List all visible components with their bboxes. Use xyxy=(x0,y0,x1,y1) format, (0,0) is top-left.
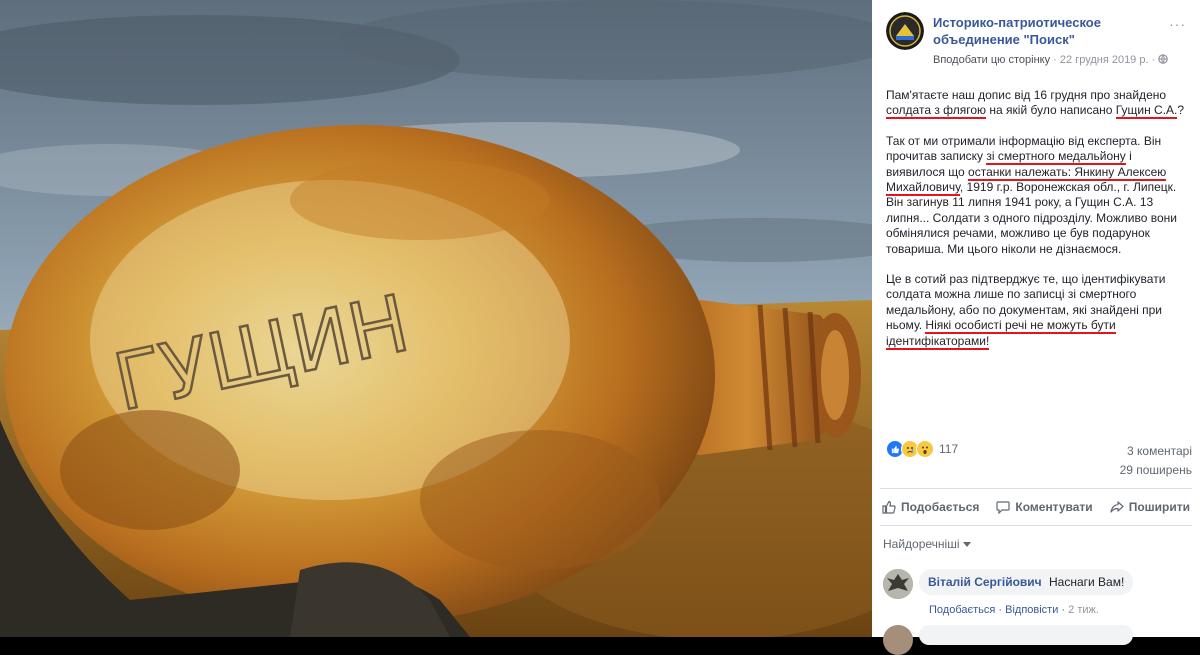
comment-label: Коментувати xyxy=(1015,500,1093,514)
like-page-link[interactable]: Вподобати цю сторінку xyxy=(933,54,1050,66)
post-paragraph: Пам'ятаєте наш допис від 16 грудня про з… xyxy=(886,88,1192,120)
post-paragraph: Це в сотий раз підтверджує те, що іденти… xyxy=(886,272,1192,350)
comment-text: Наснаги Вам! xyxy=(1049,575,1125,589)
avatar[interactable] xyxy=(883,569,913,599)
reactions-count[interactable]: 117 xyxy=(939,442,958,456)
text-span: ? xyxy=(1177,103,1185,118)
post-panel: Историко-патриотическое объединение "Пои… xyxy=(872,0,1200,655)
comment-time[interactable]: 2 тиж. xyxy=(1068,604,1099,616)
text-span: Пам'ятаєте наш допис від 16 грудня про з… xyxy=(886,88,1167,102)
underlined-text: зі смертного медальйону xyxy=(986,149,1126,166)
more-options-icon[interactable]: ··· xyxy=(1169,16,1186,32)
sort-label: Найдоречніші xyxy=(883,537,960,551)
avatar[interactable] xyxy=(883,625,913,655)
shares-count-link[interactable]: 29 поширень xyxy=(1120,461,1192,480)
post-paragraph: Так от ми отримали інформацію від експер… xyxy=(886,134,1192,257)
post-meta: Вподобати цю сторінку · 22 грудня 2019 р… xyxy=(933,54,1169,66)
comment-like-link[interactable]: Подобається xyxy=(929,604,995,616)
divider xyxy=(880,525,1192,526)
underlined-text: солдата з флягою xyxy=(886,103,987,120)
comment-bubble-icon xyxy=(996,500,1010,515)
comment-author-link[interactable]: Віталій Сергійович xyxy=(928,575,1042,589)
reactions-summary[interactable]: 117 xyxy=(886,440,958,458)
page-name-link[interactable]: Историко-патриотическое объединение "Пои… xyxy=(933,14,1173,48)
comment-bubble xyxy=(919,625,1133,645)
post-photo[interactable]: ГУЩИН xyxy=(0,0,872,637)
engagement-counts: 3 коментарі 29 поширень xyxy=(1120,442,1192,480)
thumbs-up-icon xyxy=(882,500,896,514)
post-text: Пам'ятаєте наш допис від 16 грудня про з… xyxy=(886,88,1192,364)
page-logo[interactable] xyxy=(886,12,924,50)
comment-actions: Подобається · Відповісти · 2 тиж. xyxy=(929,604,1099,616)
comment-reply-link[interactable]: Відповісти xyxy=(1005,604,1058,616)
next-comment-partial xyxy=(883,625,913,655)
like-label: Подобається xyxy=(901,500,980,514)
share-button[interactable]: Поширити xyxy=(1108,500,1192,514)
post-header: Историко-патриотическое объединение "Пои… xyxy=(886,12,1192,72)
globe-icon xyxy=(1158,54,1169,66)
caret-down-icon xyxy=(962,537,971,551)
share-arrow-icon xyxy=(1110,500,1124,514)
post-date[interactable]: 22 грудня 2019 р. xyxy=(1060,54,1149,66)
text-span: на якій було написано xyxy=(986,103,1116,118)
comment-sort-dropdown[interactable]: Найдоречніші xyxy=(883,537,971,551)
like-button[interactable]: Подобається xyxy=(880,500,981,514)
comment-bubble: Віталій Сергійович Наснаги Вам! xyxy=(919,569,1134,595)
underlined-text: Гущин С.А. xyxy=(1115,103,1178,120)
comments-count-link[interactable]: 3 коментарі xyxy=(1120,442,1192,461)
comment-item: Віталій Сергійович Наснаги Вам! xyxy=(883,569,1134,599)
share-label: Поширити xyxy=(1128,500,1190,514)
comment-button[interactable]: Коментувати xyxy=(994,500,1094,515)
post-actions: Подобається Коментувати Поширити xyxy=(880,492,1192,522)
divider xyxy=(880,488,1192,489)
meta-separator: · xyxy=(1053,54,1060,66)
wow-reaction-icon xyxy=(916,440,934,458)
